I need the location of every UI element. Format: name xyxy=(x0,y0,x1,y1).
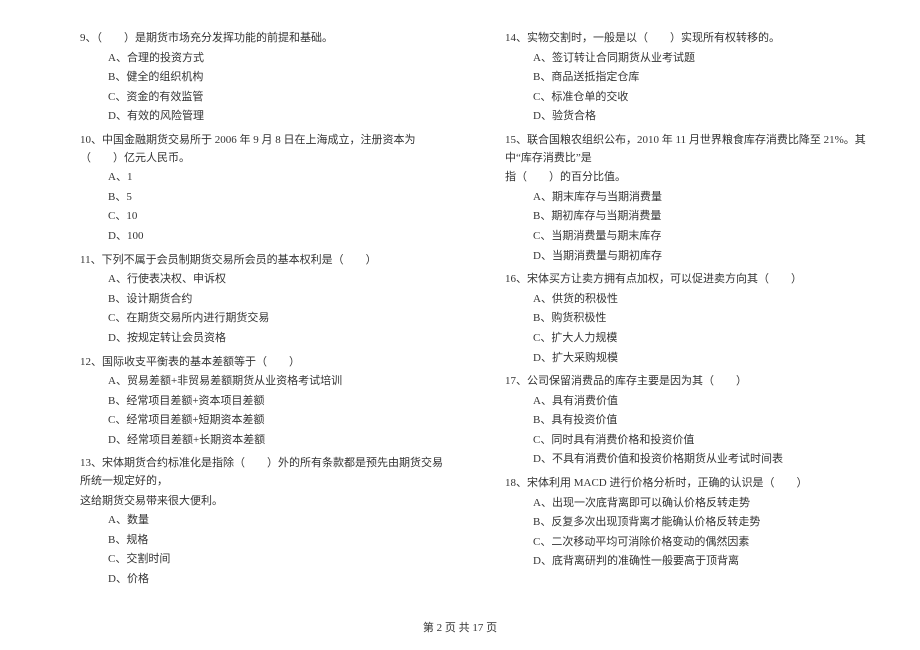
page-footer: 第 2 页 共 17 页 xyxy=(0,619,920,635)
option-a: A、具有消费价值 xyxy=(505,393,870,411)
option-b: B、期初库存与当期消费量 xyxy=(505,208,870,226)
option-a: A、行使表决权、申诉权 xyxy=(80,271,445,289)
option-b: B、购货积极性 xyxy=(505,310,870,328)
option-b: B、反复多次出现顶背离才能确认价格反转走势 xyxy=(505,514,870,532)
question-12: 12、国际收支平衡表的基本差额等于（ ） A、贸易差额+非贸易差额期货从业资格考… xyxy=(80,354,445,450)
left-column: 9、（ ）是期货市场充分发挥功能的前提和基础。 A、合理的投资方式 B、健全的组… xyxy=(80,30,445,595)
option-c: C、同时具有消费价格和投资价值 xyxy=(505,432,870,450)
question-continuation: 指（ ）的百分比值。 xyxy=(505,169,870,187)
option-b: B、5 xyxy=(80,189,445,207)
question-stem: 16、宋体买方让卖方拥有点加权，可以促进卖方向其（ ） xyxy=(505,271,870,289)
option-d: D、扩大采购规模 xyxy=(505,350,870,368)
question-stem: 18、宋体利用 MACD 进行价格分析时，正确的认识是（ ） xyxy=(505,475,870,493)
question-stem: 11、下列不属于会员制期货交易所会员的基本权利是（ ） xyxy=(80,252,445,270)
option-b: B、设计期货合约 xyxy=(80,291,445,309)
option-c: C、经常项目差额+短期资本差额 xyxy=(80,412,445,430)
question-15: 15、联合国粮农组织公布，2010 年 11 月世界粮食库存消费比降至 21%。… xyxy=(505,132,870,265)
question-18: 18、宋体利用 MACD 进行价格分析时，正确的认识是（ ） A、出现一次底背离… xyxy=(505,475,870,571)
option-a: A、签订转让合同期货从业考试题 xyxy=(505,50,870,68)
option-c: C、在期货交易所内进行期货交易 xyxy=(80,310,445,328)
option-a: A、数量 xyxy=(80,512,445,530)
question-stem: 17、公司保留消费品的库存主要是因为其（ ） xyxy=(505,373,870,391)
option-d: D、按规定转让会员资格 xyxy=(80,330,445,348)
option-a: A、供货的积极性 xyxy=(505,291,870,309)
question-continuation: 这给期货交易带来很大便利。 xyxy=(80,493,445,511)
option-b: B、经常项目差额+资本项目差额 xyxy=(80,393,445,411)
question-11: 11、下列不属于会员制期货交易所会员的基本权利是（ ） A、行使表决权、申诉权 … xyxy=(80,252,445,348)
option-c: C、扩大人力规模 xyxy=(505,330,870,348)
option-a: A、1 xyxy=(80,169,445,187)
question-17: 17、公司保留消费品的库存主要是因为其（ ） A、具有消费价值 B、具有投资价值… xyxy=(505,373,870,469)
right-column: 14、实物交割时，一般是以（ ）实现所有权转移的。 A、签订转让合同期货从业考试… xyxy=(505,30,870,595)
option-d: D、价格 xyxy=(80,571,445,589)
option-c: C、标准仓单的交收 xyxy=(505,89,870,107)
option-c: C、资金的有效监管 xyxy=(80,89,445,107)
option-d: D、底背离研判的准确性一般要高于顶背离 xyxy=(505,553,870,571)
question-10: 10、中国金融期货交易所于 2006 年 9 月 8 日在上海成立，注册资本为（… xyxy=(80,132,445,246)
question-16: 16、宋体买方让卖方拥有点加权，可以促进卖方向其（ ） A、供货的积极性 B、购… xyxy=(505,271,870,367)
option-b: B、具有投资价值 xyxy=(505,412,870,430)
question-stem: 12、国际收支平衡表的基本差额等于（ ） xyxy=(80,354,445,372)
option-c: C、交割时间 xyxy=(80,551,445,569)
option-b: B、规格 xyxy=(80,532,445,550)
question-stem: 10、中国金融期货交易所于 2006 年 9 月 8 日在上海成立，注册资本为（… xyxy=(80,132,445,167)
option-a: A、合理的投资方式 xyxy=(80,50,445,68)
option-d: D、100 xyxy=(80,228,445,246)
question-9: 9、（ ）是期货市场充分发挥功能的前提和基础。 A、合理的投资方式 B、健全的组… xyxy=(80,30,445,126)
option-b: B、商品送抵指定仓库 xyxy=(505,69,870,87)
question-stem: 9、（ ）是期货市场充分发挥功能的前提和基础。 xyxy=(80,30,445,48)
option-b: B、健全的组织机构 xyxy=(80,69,445,87)
option-d: D、有效的风险管理 xyxy=(80,108,445,126)
question-stem: 14、实物交割时，一般是以（ ）实现所有权转移的。 xyxy=(505,30,870,48)
question-13: 13、宋体期货合约标准化是指除（ ）外的所有条款都是预先由期货交易所统一规定好的… xyxy=(80,455,445,588)
question-stem: 15、联合国粮农组织公布，2010 年 11 月世界粮食库存消费比降至 21%。… xyxy=(505,132,870,167)
option-c: C、二次移动平均可消除价格变动的偶然因素 xyxy=(505,534,870,552)
option-d: D、经常项目差额+长期资本差额 xyxy=(80,432,445,450)
question-stem: 13、宋体期货合约标准化是指除（ ）外的所有条款都是预先由期货交易所统一规定好的… xyxy=(80,455,445,490)
option-a: A、贸易差额+非贸易差额期货从业资格考试培训 xyxy=(80,373,445,391)
option-a: A、期末库存与当期消费量 xyxy=(505,189,870,207)
option-c: C、10 xyxy=(80,208,445,226)
question-14: 14、实物交割时，一般是以（ ）实现所有权转移的。 A、签订转让合同期货从业考试… xyxy=(505,30,870,126)
option-c: C、当期消费量与期末库存 xyxy=(505,228,870,246)
page-container: 9、（ ）是期货市场充分发挥功能的前提和基础。 A、合理的投资方式 B、健全的组… xyxy=(0,0,920,605)
option-d: D、验货合格 xyxy=(505,108,870,126)
option-a: A、出现一次底背离即可以确认价格反转走势 xyxy=(505,495,870,513)
option-d: D、当期消费量与期初库存 xyxy=(505,248,870,266)
option-d: D、不具有消费价值和投资价格期货从业考试时间表 xyxy=(505,451,870,469)
